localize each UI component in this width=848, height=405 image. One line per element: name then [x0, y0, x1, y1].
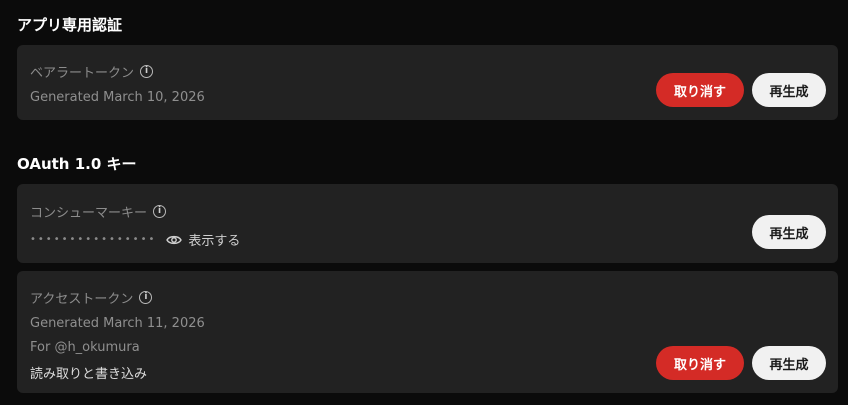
- access-token-label: アクセストークン: [30, 292, 134, 307]
- bearer-token-label-row: ベアラートークン i: [30, 62, 154, 81]
- show-label: 表示する: [188, 234, 241, 249]
- bearer-revoke-button[interactable]: 取り消す: [656, 73, 744, 107]
- info-icon[interactable]: i: [140, 65, 154, 78]
- consumer-key-card: コンシューマーキー i •••••••••••••••• 表示する 再生成: [17, 184, 838, 263]
- bearer-generated-date: Generated March 10, 2026: [30, 90, 205, 105]
- access-token-label-row: アクセストークン i: [30, 288, 153, 307]
- show-consumer-key-toggle[interactable]: 表示する: [166, 230, 240, 249]
- eye-icon: [166, 235, 183, 244]
- consumer-regenerate-button[interactable]: 再生成: [752, 215, 826, 249]
- access-token-card: アクセストークン i Generated March 11, 2026 For …: [17, 271, 838, 393]
- info-icon[interactable]: i: [139, 291, 153, 304]
- access-for-user: For @h_okumura: [30, 340, 140, 355]
- bearer-token-label: ベアラートークン: [30, 66, 135, 81]
- info-icon[interactable]: i: [153, 205, 167, 218]
- oauth-title: OAuth 1.0 キー: [17, 155, 137, 173]
- app-auth-title: アプリ専用認証: [17, 16, 123, 34]
- consumer-key-value-row: •••••••••••••••• 表示する: [30, 230, 240, 249]
- access-generated-date: Generated March 11, 2026: [30, 316, 205, 331]
- access-revoke-button[interactable]: 取り消す: [656, 346, 744, 380]
- access-permission: 読み取りと書き込み: [30, 367, 148, 382]
- consumer-key-label-row: コンシューマーキー i: [30, 202, 167, 221]
- bearer-token-card: ベアラートークン i Generated March 10, 2026 取り消す…: [17, 45, 838, 120]
- access-regenerate-button[interactable]: 再生成: [752, 346, 826, 380]
- consumer-key-masked-value: ••••••••••••••••: [30, 234, 157, 245]
- bearer-regenerate-button[interactable]: 再生成: [752, 73, 826, 107]
- consumer-key-label: コンシューマーキー: [30, 206, 148, 221]
